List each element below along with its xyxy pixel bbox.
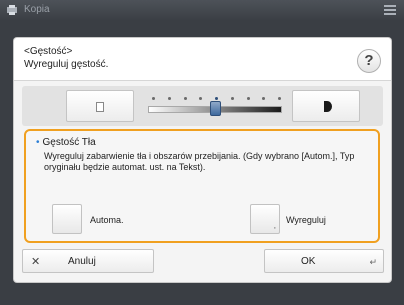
auto-label: Automa. bbox=[90, 215, 124, 225]
auto-button[interactable] bbox=[52, 204, 82, 234]
more-options-icon: , bbox=[273, 221, 276, 230]
background-density-title: • Gęstość Tła bbox=[36, 137, 96, 148]
slider-tick bbox=[199, 97, 203, 100]
adjust-label: Wyreguluj bbox=[286, 215, 326, 225]
slider-tick bbox=[262, 97, 266, 100]
copy-app-icon bbox=[7, 5, 17, 15]
slider-tick bbox=[152, 97, 155, 100]
slider-thumb[interactable] bbox=[210, 101, 221, 116]
darker-button[interactable] bbox=[292, 90, 360, 122]
slider-tick bbox=[167, 97, 171, 100]
slider-tick bbox=[246, 97, 250, 100]
dialog-subtitle: Wyreguluj gęstość. bbox=[24, 59, 109, 70]
density-slider[interactable] bbox=[148, 97, 282, 119]
ok-label: OK bbox=[301, 256, 316, 267]
dark-density-icon bbox=[324, 101, 332, 112]
close-icon: ✕ bbox=[31, 256, 41, 268]
slider-tick bbox=[215, 97, 218, 100]
adjust-button[interactable]: , bbox=[250, 204, 280, 234]
help-button[interactable]: ? bbox=[357, 49, 381, 73]
hamburger-menu-icon[interactable] bbox=[384, 5, 396, 15]
slider-tick bbox=[183, 97, 187, 100]
dialog-header: <Gęstość> Wyreguluj gęstość. ? bbox=[14, 38, 391, 81]
enter-icon: ↵ bbox=[369, 257, 377, 267]
lighter-button[interactable] bbox=[66, 90, 134, 122]
bullet-icon: • bbox=[36, 137, 40, 148]
background-density-description: Wyreguluj zabarwienie tła i obszarów prz… bbox=[44, 151, 355, 172]
slider-tick bbox=[230, 97, 234, 100]
density-slider-panel bbox=[22, 86, 383, 126]
slider-tick bbox=[278, 97, 281, 100]
dialog-title: <Gęstość> bbox=[24, 46, 73, 57]
app-title: Kopia bbox=[24, 4, 50, 15]
dialog-footer: ✕ Anuluj OK ↵ bbox=[14, 249, 391, 273]
light-density-icon bbox=[96, 102, 104, 112]
top-bar: Kopia bbox=[0, 0, 404, 20]
cancel-button[interactable]: ✕ Anuluj bbox=[22, 249, 154, 273]
background-density-section: • Gęstość Tła Wyreguluj zabarwienie tła i… bbox=[24, 129, 380, 243]
ok-button[interactable]: OK ↵ bbox=[264, 249, 384, 273]
cancel-label: Anuluj bbox=[68, 256, 96, 267]
